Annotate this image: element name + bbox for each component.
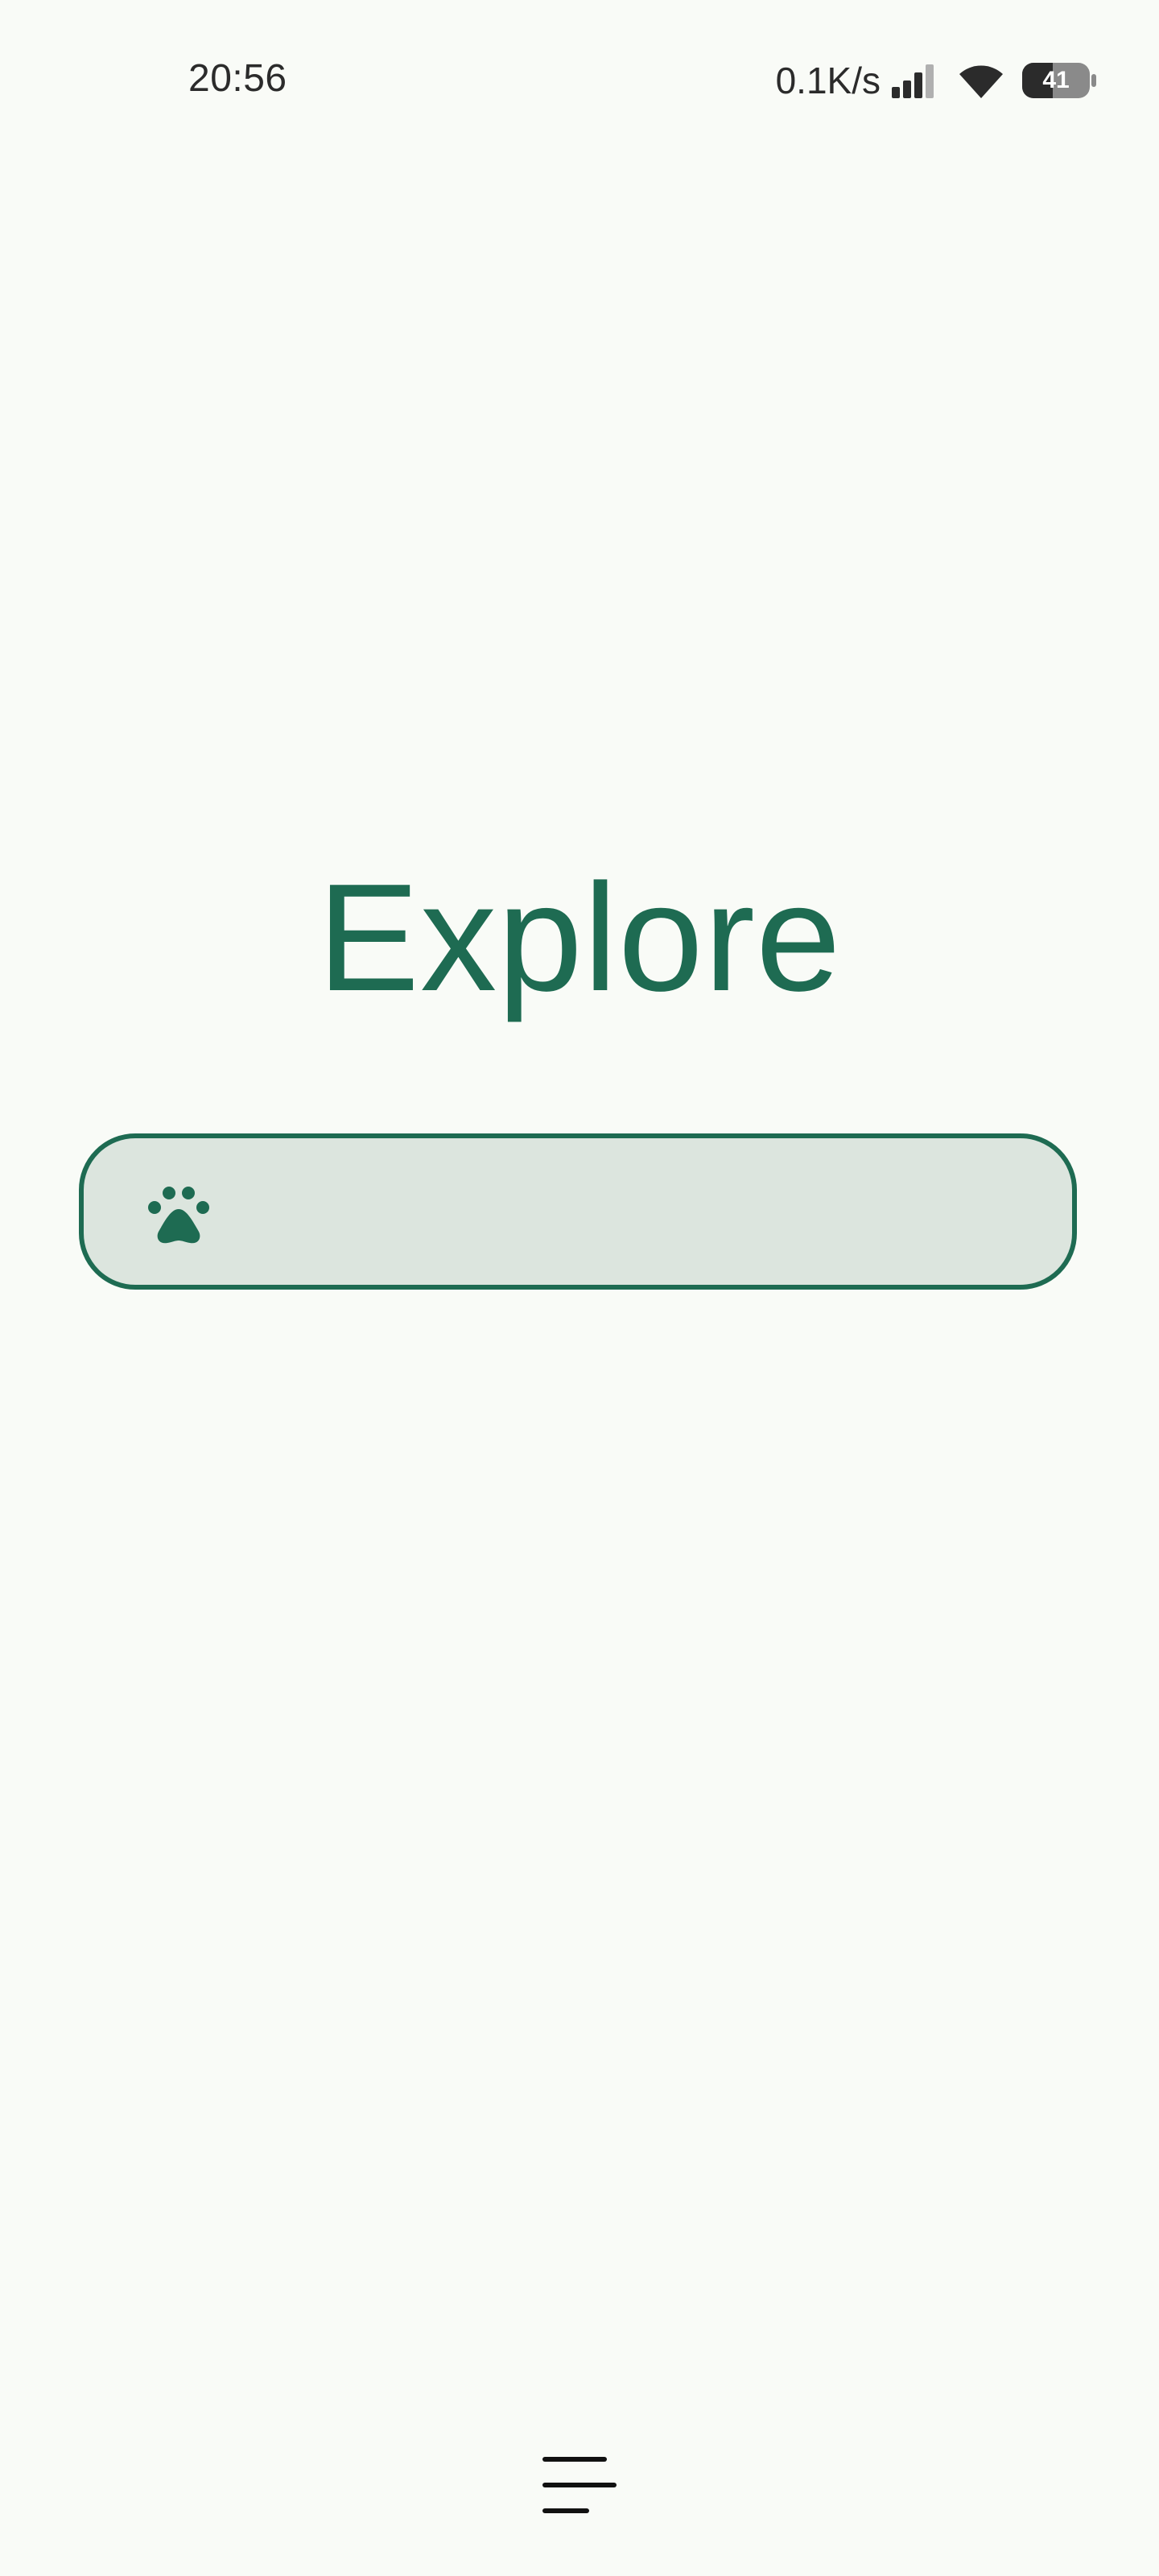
search-input[interactable]	[237, 1170, 1045, 1253]
signal-icon	[892, 64, 934, 98]
menu-lines-icon[interactable]	[539, 2455, 620, 2518]
paw-icon	[148, 1187, 209, 1244]
status-indicators: 0.1K/s 41	[776, 56, 1096, 105]
battery-level: 41	[1042, 67, 1070, 93]
search-bar[interactable]	[79, 1133, 1077, 1290]
network-speed: 0.1K/s	[775, 60, 881, 101]
page-title: Explore	[317, 852, 842, 1023]
wifi-icon	[959, 65, 1003, 98]
explore-screen: 20:56 0.1K/s 41 Explore	[0, 0, 1159, 2576]
battery-icon: 41	[1022, 63, 1096, 98]
status-time: 20:56	[188, 57, 287, 100]
status-bar: 20:56 0.1K/s 41	[0, 0, 1159, 161]
